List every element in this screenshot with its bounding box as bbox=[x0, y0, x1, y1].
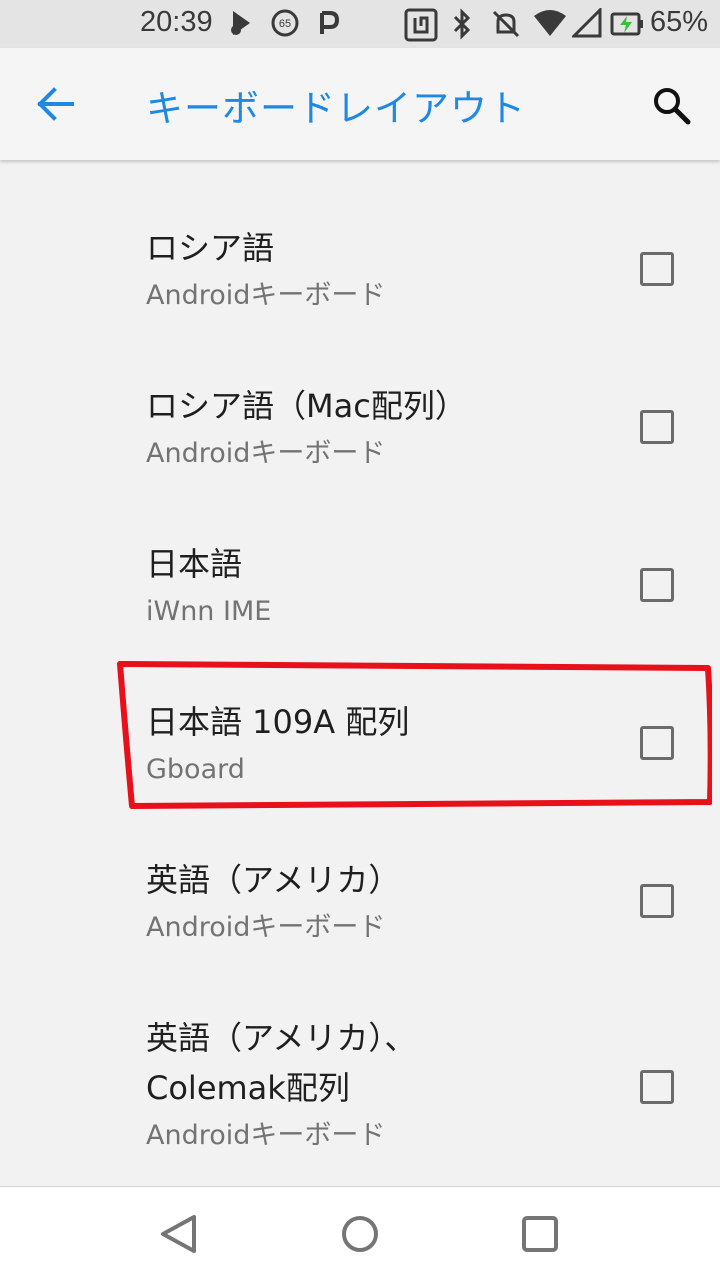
list-item-japanese[interactable]: 日本語 iWnn IME bbox=[0, 526, 720, 646]
media-icon bbox=[231, 11, 250, 35]
item-subtitle: Androidキーボード bbox=[146, 438, 386, 469]
navigation-bar bbox=[0, 1186, 720, 1281]
item-title-line1: 英語（アメリカ）、 bbox=[146, 1019, 417, 1057]
list-item-japanese-109a[interactable]: 日本語 109A 配列 Gboard bbox=[0, 684, 720, 804]
item-subtitle: Androidキーボード bbox=[146, 1120, 386, 1151]
checkbox[interactable] bbox=[640, 568, 674, 602]
notifications-off-icon bbox=[492, 10, 520, 38]
parking-icon bbox=[320, 11, 340, 34]
speed-badge-icon: 65 bbox=[271, 9, 299, 37]
battery-charging-icon bbox=[610, 12, 643, 36]
nav-recents-button[interactable] bbox=[515, 1209, 565, 1259]
item-subtitle: Gboard bbox=[146, 754, 245, 785]
nav-home-icon bbox=[342, 1216, 378, 1252]
speed-badge-text: 65 bbox=[279, 18, 291, 30]
nav-home-button[interactable] bbox=[335, 1209, 385, 1259]
page-title: キーボードレイアウト bbox=[146, 87, 526, 130]
item-title: ロシア語 bbox=[146, 229, 275, 267]
wifi-icon bbox=[534, 10, 566, 36]
nav-back-icon bbox=[161, 1215, 196, 1253]
list-item-english-us[interactable]: 英語（アメリカ） Androidキーボード bbox=[0, 842, 720, 962]
item-title: 日本語 109A 配列 bbox=[146, 703, 410, 741]
nav-recents-icon bbox=[522, 1216, 558, 1252]
item-subtitle: iWnn IME bbox=[146, 596, 272, 627]
item-title: 日本語 bbox=[146, 545, 243, 583]
list-item-english-us-colemak[interactable]: 英語（アメリカ）、 Colemak配列 Androidキーボード bbox=[0, 1002, 720, 1182]
status-bar: 20:39 65 65% bbox=[0, 0, 720, 48]
checkbox[interactable] bbox=[640, 884, 674, 918]
item-subtitle: Androidキーボード bbox=[146, 912, 386, 943]
checkbox[interactable] bbox=[640, 252, 674, 286]
search-button[interactable] bbox=[644, 78, 700, 134]
nav-back-button[interactable] bbox=[154, 1209, 204, 1259]
checkbox[interactable] bbox=[640, 410, 674, 444]
signal-icon bbox=[572, 8, 602, 38]
item-title: ロシア語（Mac配列） bbox=[146, 387, 467, 425]
checkbox[interactable] bbox=[640, 726, 674, 760]
app-bar: キーボードレイアウト bbox=[0, 48, 720, 160]
search-icon bbox=[654, 88, 691, 125]
item-subtitle: Androidキーボード bbox=[146, 280, 386, 311]
back-arrow-icon bbox=[37, 87, 74, 121]
item-title-line2: Colemak配列 bbox=[146, 1069, 350, 1107]
checkbox[interactable] bbox=[640, 1070, 674, 1104]
battery-percent: 65% bbox=[649, 6, 708, 38]
list-item-russian[interactable]: ロシア語 Androidキーボード bbox=[0, 210, 720, 330]
status-time: 20:39 bbox=[140, 6, 213, 38]
back-button[interactable] bbox=[26, 78, 86, 130]
list-item-russian-mac[interactable]: ロシア語（Mac配列） Androidキーボード bbox=[0, 368, 720, 488]
item-title: 英語（アメリカ） bbox=[146, 861, 401, 899]
keyboard-layout-list: ロシア語 Androidキーボード ロシア語（Mac配列） Androidキーボ… bbox=[0, 160, 720, 1186]
bluetooth-icon bbox=[453, 8, 471, 40]
nfc-icon bbox=[404, 8, 438, 42]
